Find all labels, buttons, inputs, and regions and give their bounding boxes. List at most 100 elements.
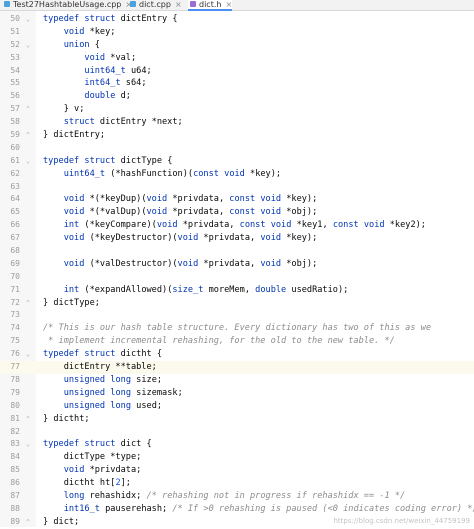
code-text: } dictType;	[43, 297, 100, 308]
code-line[interactable]: 62 uint64_t (*hashFunction)(const void *…	[0, 168, 474, 181]
code-line[interactable]: 84 dictType *type;	[0, 451, 474, 464]
code-line[interactable]: 76 ⌄ typedef struct dictht {	[0, 348, 474, 361]
line-number: 83	[10, 439, 20, 449]
code-line[interactable]: 52 ⌄ union {	[0, 39, 474, 52]
line-number: 63	[10, 181, 20, 191]
fold-marker-icon[interactable]: ⌃	[26, 129, 30, 142]
code-text: struct dictEntry *next;	[63, 117, 183, 128]
header-file-icon	[190, 1, 196, 7]
code-line[interactable]: 86 dictht ht[2];	[0, 477, 474, 490]
code-text: long rehashidx; /* rehashing not in prog…	[63, 490, 406, 501]
code-line[interactable]: 85 void *privdata;	[0, 464, 474, 477]
line-number: 70	[10, 271, 20, 281]
fold-marker-icon[interactable]: ⌃	[26, 297, 30, 310]
tab-dict-h[interactable]: dict.h ×	[188, 0, 233, 11]
code-text: union {	[63, 39, 100, 50]
code-text: unsigned long sizemask;	[63, 387, 183, 398]
line-number: 59	[10, 130, 20, 140]
code-text: dictht ht[2];	[43, 478, 131, 489]
line-number: 86	[10, 478, 20, 488]
line-number: 54	[10, 65, 20, 75]
line-number: 81	[10, 413, 20, 423]
code-line[interactable]: 61 ⌄ typedef struct dictType {	[0, 155, 474, 168]
code-text: typedef struct dictEntry {	[43, 14, 178, 24]
code-line[interactable]: 70	[0, 271, 474, 284]
code-line[interactable]: 55 int64_t s64;	[0, 77, 474, 90]
fold-marker-icon[interactable]: ⌃	[26, 413, 30, 426]
line-number: 73	[10, 310, 20, 320]
fold-marker-icon[interactable]: ⌄	[26, 39, 30, 52]
code-line[interactable]: 87 long rehashidx; /* rehashing not in p…	[0, 490, 474, 503]
line-number: 80	[10, 400, 20, 410]
code-line[interactable]: 72 ⌃ } dictType;	[0, 297, 474, 310]
code-line[interactable]: 64 void *(*keyDup)(void *privdata, const…	[0, 193, 474, 206]
cpp-file-icon	[130, 1, 136, 7]
code-line[interactable]: 59 ⌃ } dictEntry;	[0, 129, 474, 142]
code-text: typedef struct dict {	[43, 439, 152, 450]
line-number: 84	[10, 452, 20, 462]
line-number: 61	[10, 155, 20, 165]
code-line[interactable]: 78 unsigned long size;	[0, 374, 474, 387]
code-line[interactable]: 57 ⌃ } v;	[0, 103, 474, 116]
line-number: 74	[10, 323, 20, 333]
code-line[interactable]: 56 double d;	[0, 90, 474, 103]
close-icon[interactable]: ×	[175, 0, 182, 9]
code-text: int (*expandAllowed)(size_t moreMem, dou…	[63, 284, 349, 295]
line-number: 85	[10, 465, 20, 475]
line-number: 68	[10, 246, 20, 256]
fold-marker-icon[interactable]: ⌃	[26, 103, 30, 116]
line-number: 88	[10, 503, 20, 513]
code-line[interactable]: 68	[0, 245, 474, 258]
code-text: unsigned long size;	[63, 374, 163, 385]
code-line[interactable]: 58 struct dictEntry *next;	[0, 116, 474, 129]
code-line[interactable]: 81 ⌃} dictht;	[0, 413, 474, 426]
code-text: int64_t s64;	[84, 78, 147, 89]
code-line[interactable]: 65 void *(*valDup)(void *privdata, const…	[0, 206, 474, 219]
close-icon[interactable]: ×	[225, 0, 232, 9]
code-line[interactable]: 51 void *key;	[0, 26, 474, 39]
code-line[interactable]: 54 uint64_t u64;	[0, 65, 474, 78]
tab-label: dict.cpp	[139, 0, 171, 9]
code-line[interactable]: 83 ⌄ typedef struct dict {	[0, 438, 474, 451]
code-line[interactable]: 71 int (*expandAllowed)(size_t moreMem, …	[0, 284, 474, 297]
code-text: int16_t pauserehash; /* If >0 rehashing …	[63, 503, 474, 514]
code-text: } dictEntry;	[43, 130, 106, 141]
fold-marker-icon[interactable]: ⌄	[26, 155, 30, 168]
code-line[interactable]: 60	[0, 142, 474, 155]
line-number: 52	[10, 39, 20, 49]
code-line[interactable]: 69 void (*valDestructor)(void *privdata,…	[0, 258, 474, 271]
code-line[interactable]: 73	[0, 309, 474, 322]
code-text: /* This is our hash table structure. Eve…	[43, 323, 432, 334]
code-line[interactable]: 53 void *val;	[0, 52, 474, 65]
tab-dict-cpp[interactable]: dict.cpp ×	[128, 0, 182, 10]
fold-marker-icon[interactable]: ⌄	[26, 348, 30, 361]
code-line[interactable]: 75 * implement incremental rehashing, fo…	[0, 335, 474, 348]
code-line[interactable]: 74 /* This is our hash table structure. E…	[0, 322, 474, 335]
code-line[interactable]: 63	[0, 181, 474, 194]
code-line[interactable]: 50 ⌄ typedef struct dictEntry {	[0, 13, 474, 26]
code-line[interactable]: 88 int16_t pauserehash; /* If >0 rehashi…	[0, 503, 474, 516]
code-text: double d;	[84, 91, 131, 102]
code-text: void *(*keyDup)(void *privdata, const vo…	[63, 194, 318, 205]
line-number: 72	[10, 297, 20, 307]
code-line[interactable]: 77 dictEntry **table;	[0, 361, 474, 374]
code-line[interactable]: 80 unsigned long used;	[0, 400, 474, 413]
cpp-file-icon	[4, 1, 10, 7]
code-line[interactable]: 79 unsigned long sizemask;	[0, 387, 474, 400]
code-text: void *(*valDup)(void *privdata, const vo…	[63, 207, 318, 218]
code-text: int (*keyCompare)(void *privdata, const …	[63, 220, 426, 231]
code-line[interactable]: 82	[0, 426, 474, 439]
code-editor[interactable]: 50 ⌄ typedef struct dictEntry {51 void *ke…	[0, 11, 474, 527]
code-text: typedef struct dictht {	[43, 349, 163, 360]
code-line[interactable]: 67 void (*keyDestructor)(void *privdata,…	[0, 232, 474, 245]
code-line[interactable]: 66 int (*keyCompare)(void *privdata, con…	[0, 219, 474, 232]
line-number: 69	[10, 258, 20, 268]
fold-marker-icon[interactable]: ⌄	[26, 13, 30, 26]
line-number: 64	[10, 194, 20, 204]
code-text: void (*keyDestructor)(void *privdata, vo…	[63, 233, 318, 244]
tab-test27hashtableusage-cpp[interactable]: Test27HashtableUsage.cpp ×	[2, 0, 132, 10]
fold-marker-icon[interactable]: ⌄	[26, 438, 30, 451]
code-area[interactable]: 50 ⌄ typedef struct dictEntry {51 void *ke…	[0, 13, 474, 529]
code-text: void *privdata;	[63, 465, 142, 476]
line-number: 67	[10, 233, 20, 243]
